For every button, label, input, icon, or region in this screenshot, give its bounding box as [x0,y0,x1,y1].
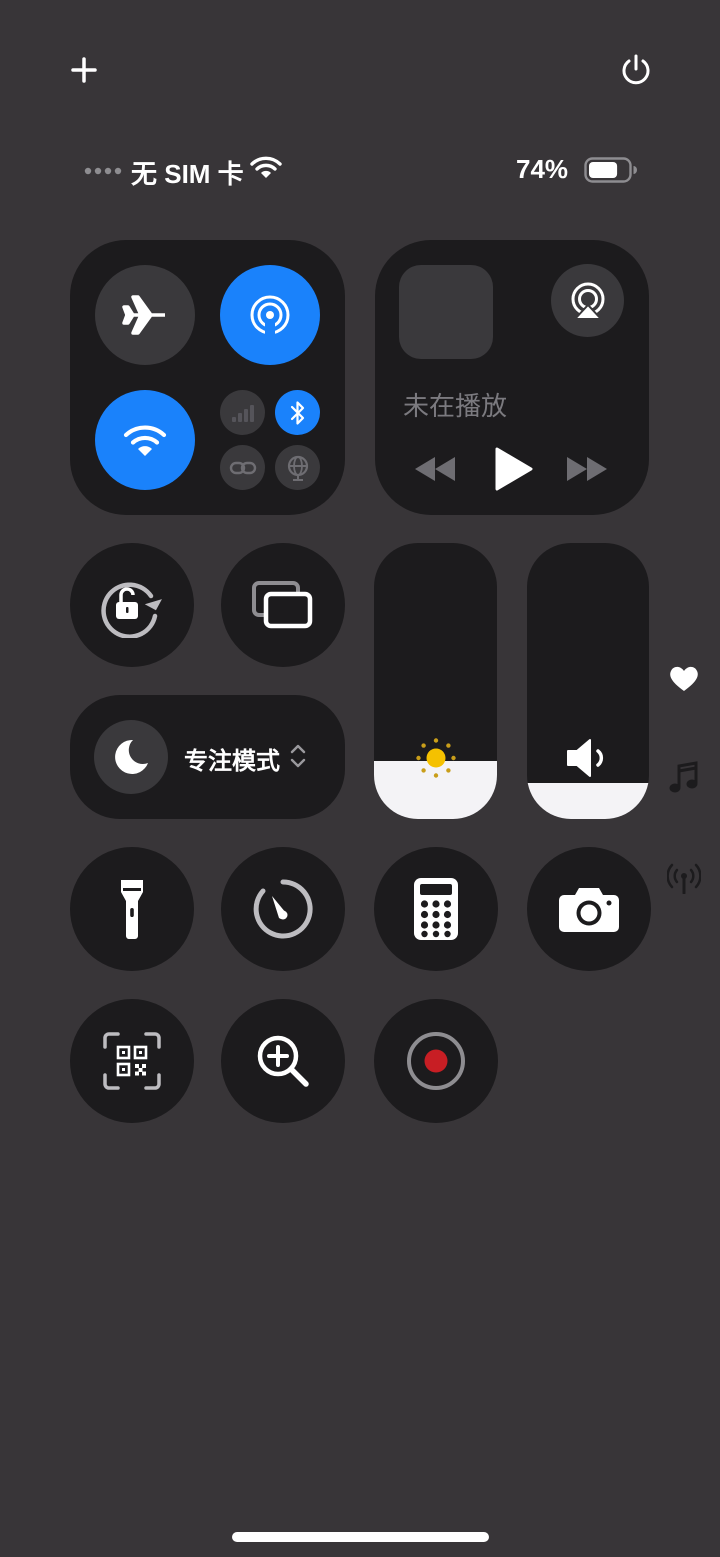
volume-slider[interactable] [527,543,649,819]
plus-icon [71,57,97,83]
timer-button[interactable] [221,847,345,971]
camera-icon [559,888,619,932]
airplay-button[interactable] [551,264,624,337]
cellular-bars-icon [231,404,254,422]
play-icon [495,447,533,491]
rotation-lock-icon [101,582,162,638]
vpn-toggle[interactable] [275,445,320,490]
rewind-button[interactable] [413,455,457,483]
connectivity-page-indicator[interactable] [666,860,702,896]
calculator-button[interactable] [374,847,498,971]
battery-icon [584,157,638,183]
airdrop-toggle[interactable] [220,265,320,365]
qr-code-scanner-icon [103,1032,161,1090]
moon-icon [115,739,148,774]
brightness-slider[interactable] [374,543,497,819]
album-art-placeholder [399,265,493,359]
record-icon [407,1032,465,1090]
timer-icon [253,879,313,939]
bluetooth-icon [290,400,304,425]
power-button[interactable] [618,52,654,88]
volume-fill [527,783,649,819]
chevron-updown-icon [290,743,306,769]
code-scanner-button[interactable] [70,999,194,1123]
speaker-icon [565,736,611,780]
wifi-status-icon [250,155,282,179]
orientation-lock-button[interactable] [70,543,194,667]
bluetooth-toggle[interactable] [275,390,320,435]
now-playing-label: 未在播放 [403,391,508,421]
magnifier-button[interactable] [221,999,345,1123]
fast-forward-button[interactable] [565,455,609,483]
broadcast-icon [667,863,701,894]
connectivity-panel [70,240,345,515]
rewind-icon [415,457,455,481]
hotspot-toggle[interactable] [220,445,265,490]
focus-moon-circle [94,720,168,794]
music-page-indicator[interactable] [666,760,702,796]
battery-percent: 74% [516,154,569,184]
signal-dots-icon [84,166,124,176]
camera-button[interactable] [527,847,651,971]
home-indicator[interactable] [232,1532,489,1542]
globe-icon [287,455,308,481]
play-button[interactable] [493,447,533,491]
heart-icon [670,666,698,691]
screen-mirroring-icon [252,581,313,629]
screen-recording-button[interactable] [374,999,498,1123]
magnifier-icon [257,1035,309,1087]
fast-forward-icon [567,457,607,481]
now-playing-panel[interactable]: 未在播放 [375,240,649,515]
cellular-data-toggle[interactable] [220,390,265,435]
wifi-icon [123,425,167,456]
calculator-icon [414,878,458,940]
focus-mode-label: 专注模式 [184,748,280,775]
wifi-toggle[interactable] [95,390,195,490]
link-icon [229,461,256,474]
music-note-icon [669,761,698,793]
power-icon [622,54,650,85]
airplay-audio-icon [571,282,604,320]
focus-mode-button[interactable]: 专注模式 [70,695,345,819]
add-control-button[interactable] [68,54,100,86]
status-bar: 无 SIM 卡 74% [84,150,644,190]
favorites-page-indicator[interactable] [666,660,702,696]
screen-mirroring-button[interactable] [221,543,345,667]
airdrop-icon [250,295,290,337]
sun-icon [415,737,457,779]
flashlight-button[interactable] [70,847,194,971]
airplane-mode-toggle[interactable] [95,265,195,365]
carrier-label: 无 SIM 卡 [131,159,244,189]
airplane-icon [122,295,165,335]
flashlight-icon [121,880,143,939]
